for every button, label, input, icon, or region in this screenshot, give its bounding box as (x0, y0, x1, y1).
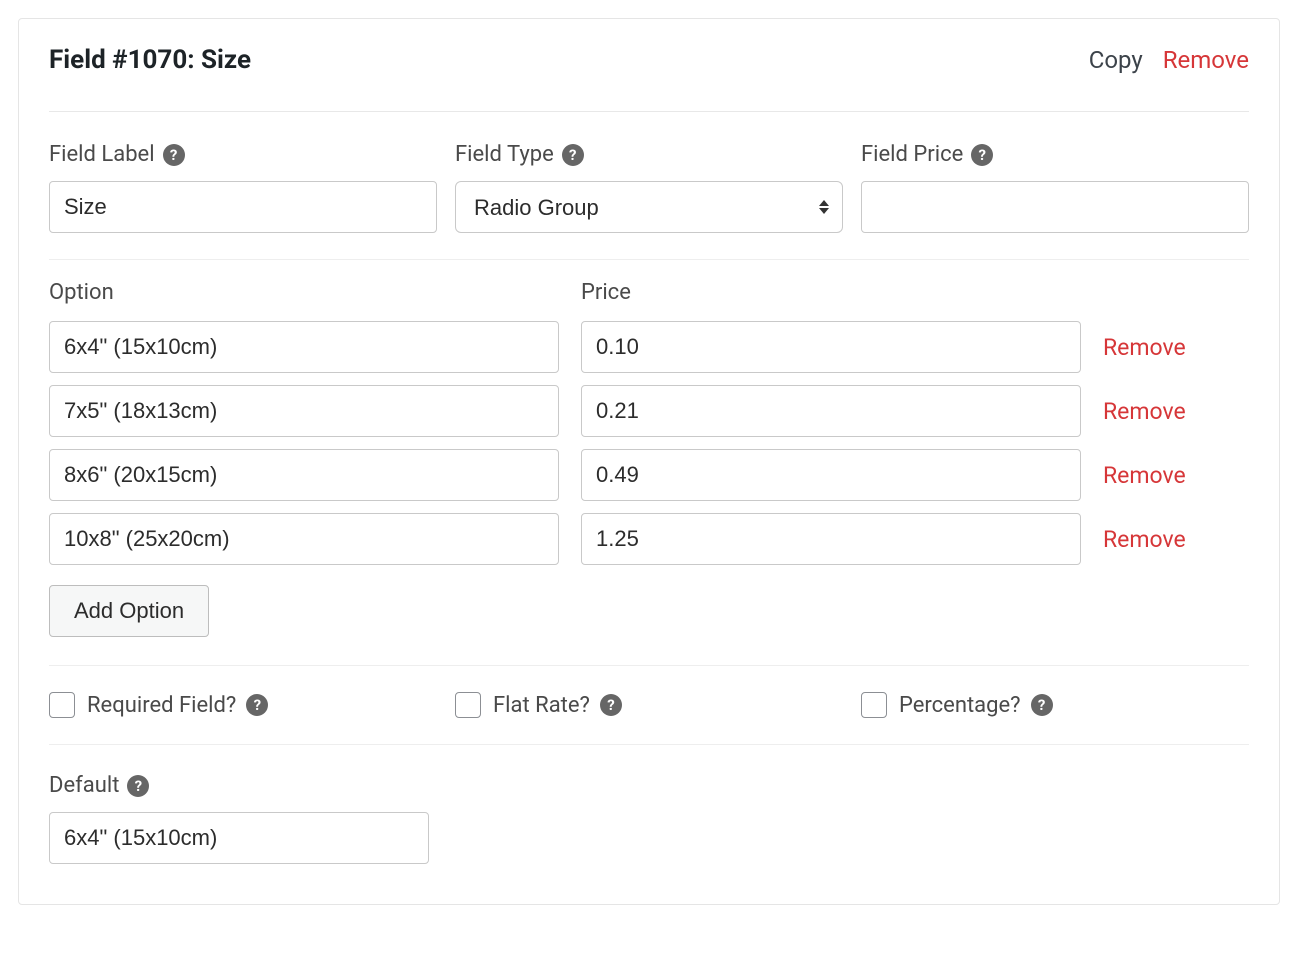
field-price-text: Field Price (861, 142, 963, 167)
field-type-text: Field Type (455, 142, 554, 167)
remove-option-button[interactable]: Remove (1103, 334, 1249, 361)
option-price-input[interactable] (581, 449, 1081, 501)
field-type-group: Field Type ? Radio Group (455, 142, 843, 233)
field-label-input[interactable] (49, 181, 437, 233)
help-icon[interactable]: ? (562, 144, 584, 166)
flat-rate-checkbox[interactable] (455, 692, 481, 718)
field-label-title: Field Label ? (49, 142, 437, 167)
remove-field-button[interactable]: Remove (1163, 46, 1249, 74)
help-icon[interactable]: ? (246, 694, 268, 716)
option-row: Remove (49, 321, 1249, 373)
copy-button[interactable]: Copy (1089, 46, 1143, 74)
default-title: Default ? (49, 773, 1249, 798)
required-field-checkbox[interactable] (49, 692, 75, 718)
field-editor-card: Field #1070: Size Copy Remove Field Labe… (18, 18, 1280, 905)
options-section: Option Price Remove Remove Remove Remove… (49, 260, 1249, 665)
field-price-group: Field Price ? (861, 142, 1249, 233)
required-field-label: Required Field? ? (87, 693, 268, 718)
add-option-row: Add Option (49, 585, 1249, 665)
percentage-label: Percentage? ? (899, 693, 1053, 718)
options-header: Option Price (49, 280, 1249, 305)
option-name-input[interactable] (49, 449, 559, 501)
card-title: Field #1070: Size (49, 45, 251, 75)
help-icon[interactable]: ? (971, 144, 993, 166)
option-column-header: Option (49, 280, 559, 305)
field-label-text: Field Label (49, 142, 155, 167)
header-actions: Copy Remove (1089, 46, 1249, 74)
flat-rate-group: Flat Rate? ? (455, 692, 843, 718)
option-name-input[interactable] (49, 513, 559, 565)
option-price-input[interactable] (581, 385, 1081, 437)
option-row: Remove (49, 385, 1249, 437)
option-name-input[interactable] (49, 321, 559, 373)
checks-section: Required Field? ? Flat Rate? ? Percentag… (49, 665, 1249, 745)
default-input[interactable] (49, 812, 429, 864)
option-price-input[interactable] (581, 321, 1081, 373)
percentage-checkbox[interactable] (861, 692, 887, 718)
field-type-select[interactable]: Radio Group (455, 181, 843, 233)
option-row: Remove (49, 513, 1249, 565)
field-type-title: Field Type ? (455, 142, 843, 167)
option-price-input[interactable] (581, 513, 1081, 565)
option-name-input[interactable] (49, 385, 559, 437)
option-row: Remove (49, 449, 1249, 501)
field-label-group: Field Label ? (49, 142, 437, 233)
field-price-title: Field Price ? (861, 142, 1249, 167)
card-header: Field #1070: Size Copy Remove (49, 45, 1249, 112)
help-icon[interactable]: ? (127, 775, 149, 797)
help-icon[interactable]: ? (1031, 694, 1053, 716)
help-icon[interactable]: ? (163, 144, 185, 166)
default-section: Default ? (49, 745, 1249, 864)
required-field-group: Required Field? ? (49, 692, 437, 718)
add-option-button[interactable]: Add Option (49, 585, 209, 637)
price-column-header: Price (581, 280, 1081, 305)
flat-rate-label: Flat Rate? ? (493, 693, 622, 718)
remove-option-button[interactable]: Remove (1103, 462, 1249, 489)
remove-option-button[interactable]: Remove (1103, 398, 1249, 425)
field-type-select-wrap: Radio Group (455, 181, 843, 233)
field-properties-row: Field Label ? Field Type ? Radio Group (49, 112, 1249, 260)
remove-option-button[interactable]: Remove (1103, 526, 1249, 553)
help-icon[interactable]: ? (600, 694, 622, 716)
percentage-group: Percentage? ? (861, 692, 1249, 718)
field-price-input[interactable] (861, 181, 1249, 233)
